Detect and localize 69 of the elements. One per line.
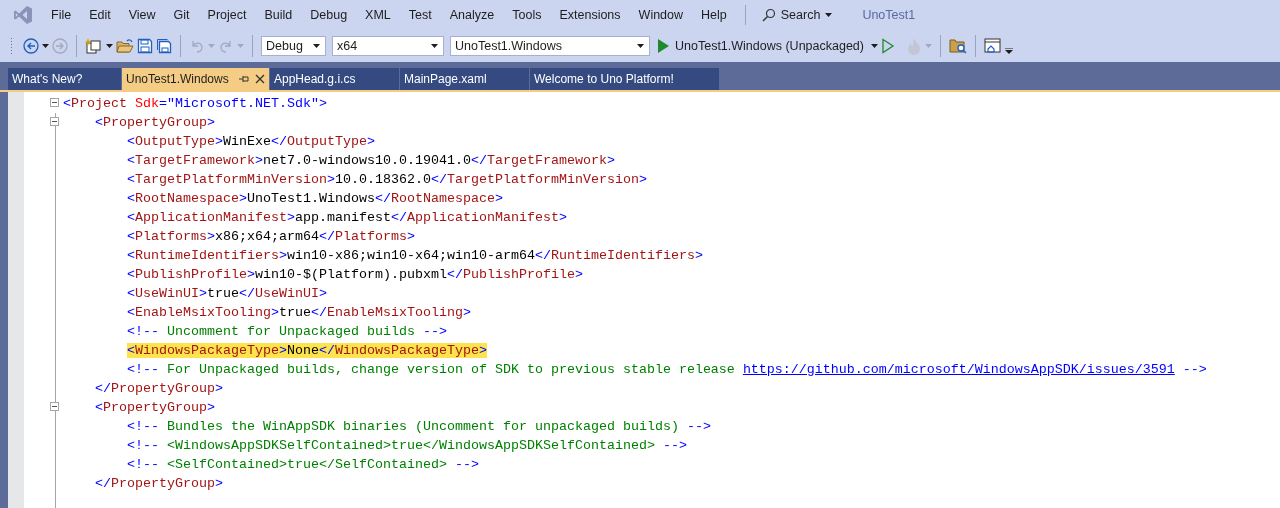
caret-icon[interactable] [825,13,833,17]
search-icon [761,8,776,22]
code-line: <RuntimeIdentifiers>win10-x86;win10-x64;win10-arm64</RuntimeIdentifiers> [127,248,703,263]
caret-icon[interactable] [42,44,49,48]
menu-item[interactable]: Debug [301,8,357,22]
menu-item[interactable]: Build [255,8,302,22]
code-line: <UseWinUI>true</UseWinUI> [127,286,327,301]
code-line: <Project Sdk="Microsoft.NET.Sdk"> [63,96,327,111]
menu-item[interactable]: File [42,8,81,22]
code-line: <TargetFramework>net7.0-windows10.0.19041.0</TargetFramework> [127,153,615,168]
menu-item[interactable]: Analyze [440,8,504,22]
code-line: <!-- Bundles the WinAppSDK binaries (Uncomment for unpackaged builds) --> [127,419,711,434]
start-button[interactable]: UnoTest1.Windows (Unpackaged) [653,39,868,53]
menu-item[interactable]: Test [399,8,441,22]
code-line: <PublishProfile>win10-$(Platform).pubxml</PublishProfile> [127,267,583,282]
document-tab[interactable]: MainPage.xaml [400,68,530,90]
code-line: <EnableMsixTooling>true</EnableMsixTooling> [127,305,471,320]
link[interactable]: https://github.com/microsoft/WindowsAppSDK/issues/3591 [742,362,1175,377]
configuration-dropdown[interactable]: Debug [261,36,326,56]
play-icon [657,39,669,53]
menu-item[interactable]: Extensions [550,8,630,22]
collapse-icon[interactable] [50,402,59,411]
caret-icon[interactable] [106,44,113,48]
caret-icon[interactable] [431,44,438,48]
menu-item[interactable]: Edit [80,8,120,22]
menu-item[interactable]: XML [356,8,400,22]
code-line: <RootNamespace>UnoTest1.Windows</RootNamespace> [127,191,503,206]
menu-item[interactable]: Window [629,8,693,22]
menu-item[interactable]: Git [164,8,199,22]
collapse-icon[interactable] [50,98,59,107]
platform-dropdown[interactable]: x64 [332,36,444,56]
code-line: <PropertyGroup> [95,400,215,415]
back-icon[interactable] [23,38,39,54]
pin-icon[interactable] [239,75,249,83]
window-icon[interactable] [984,38,1002,54]
code-line: <!-- Uncomment for Unpackaged builds --> [127,324,447,339]
caret-icon[interactable] [637,44,644,48]
startup-project-dropdown[interactable]: UnoTest1.Windows [450,36,650,56]
search-button[interactable]: Search [755,8,839,22]
save-all-icon[interactable] [156,38,172,54]
overflow-icon[interactable] [1005,48,1013,54]
menu-item[interactable]: View [119,8,165,22]
solution-title: UnoTest1 [862,8,916,22]
document-tab[interactable]: AppHead.g.i.cs [270,68,400,90]
document-tab[interactable]: What's New? [8,68,122,90]
document-tab[interactable]: Welcome to Uno Platform! [530,68,720,90]
code-line: <PropertyGroup> [95,115,215,130]
app-logo-icon [13,5,33,25]
code-line: <OutputType>WinExe</OutputType> [127,134,375,149]
code-line: </PropertyGroup> [95,381,223,396]
caret-icon[interactable] [313,44,320,48]
save-icon[interactable] [137,38,153,54]
toolbar-grip[interactable] [10,37,14,55]
menu-item[interactable]: Help [692,8,736,22]
folder-search-icon[interactable] [949,38,967,54]
code-line: <TargetPlatformMinVersion>10.0.18362.0</TargetPlatformMinVersion> [127,172,647,187]
code-line: <Platforms>x86;x64;arm64</Platforms> [127,229,415,244]
caret-icon[interactable] [871,44,878,48]
new-project-icon[interactable] [85,37,103,55]
code-line: <!-- For Unpackaged builds, change version of SDK to previous stable release https://github.com/microsoft/WindowsAppSDK/issues/3591 --> [127,362,1207,377]
collapse-icon[interactable] [50,117,59,126]
document-tab[interactable]: UnoTest1.Windows [122,68,270,90]
menu-item[interactable]: Project [198,8,256,22]
close-icon[interactable] [255,74,265,84]
code-line: <!-- <SelfContained>true</SelfContained> --> [127,457,479,472]
code-line: <!-- <WindowsAppSDKSelfContained>true</WindowsAppSDKSelfContained> --> [127,438,687,453]
menu-item[interactable]: Tools [503,8,551,22]
code-line: <ApplicationManifest>app.manifest</ApplicationManifest> [127,210,567,225]
code-line: </PropertyGroup> [95,476,223,491]
